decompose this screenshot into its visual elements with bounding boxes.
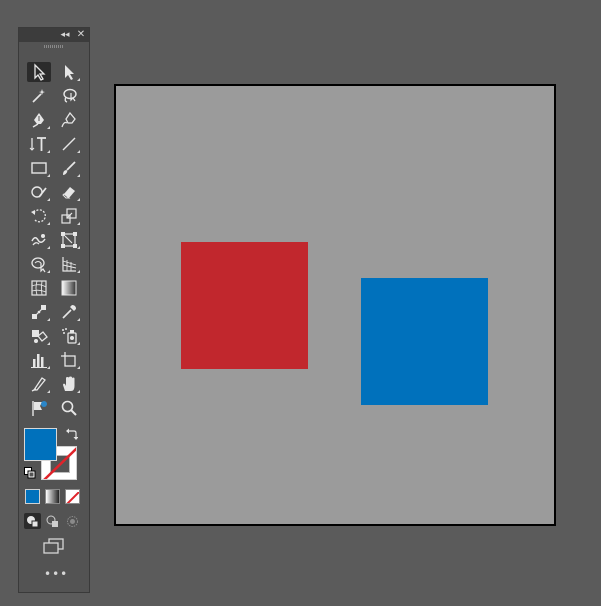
slice-knife-icon xyxy=(31,377,46,392)
direct-selection-tool-button[interactable] xyxy=(57,62,81,82)
none-mode-button[interactable] xyxy=(65,489,80,504)
line-icon xyxy=(62,137,76,151)
lasso-tool-button[interactable] xyxy=(57,86,81,106)
mesh-tool-button[interactable] xyxy=(27,278,51,298)
draw-behind-button[interactable] xyxy=(44,513,61,529)
type-icon xyxy=(29,137,46,151)
default-fill-stroke-icon[interactable] xyxy=(24,467,36,479)
eraser-tool-button[interactable] xyxy=(57,182,81,202)
free-transform-icon xyxy=(61,232,77,248)
rectangle-icon xyxy=(31,162,47,174)
rectangle-tool-button[interactable] xyxy=(27,158,51,178)
gradient-mode-button[interactable] xyxy=(45,489,60,504)
magic-wand-icon xyxy=(32,89,45,103)
symbol-sprayer-tool-button[interactable] xyxy=(57,326,81,346)
hand-icon xyxy=(63,376,75,391)
shape-builder-icon xyxy=(31,257,46,273)
bar-graph-icon xyxy=(31,354,47,368)
shaper-tool-button[interactable] xyxy=(27,182,51,202)
panel-grip-handle[interactable] xyxy=(44,45,64,48)
eyedropper-icon xyxy=(62,305,76,319)
draw-normal-icon xyxy=(27,515,39,527)
draw-behind-icon xyxy=(46,515,58,527)
symbol-sprayer-icon xyxy=(62,328,77,344)
perspective-grid-icon xyxy=(62,257,77,272)
collapse-panel-icon[interactable]: ◂◂ xyxy=(59,29,71,41)
rotate-tool-button[interactable] xyxy=(27,206,51,226)
edit-toolbar-more-icon[interactable]: ••• xyxy=(44,568,67,582)
live-paint-bucket-tool-button[interactable] xyxy=(27,326,51,346)
brush-icon xyxy=(63,161,76,175)
close-panel-icon[interactable]: ✕ xyxy=(75,29,87,41)
line-segment-tool-button[interactable] xyxy=(57,134,81,154)
magic-wand-tool-button[interactable] xyxy=(27,86,51,106)
paintbrush-tool-button[interactable] xyxy=(57,158,81,178)
panel-header[interactable]: ◂◂ ✕ xyxy=(19,28,89,42)
scale-tool-button[interactable] xyxy=(57,206,81,226)
artboard-tool-button[interactable] xyxy=(57,350,81,370)
warp-icon xyxy=(31,234,46,246)
free-transform-tool-button[interactable] xyxy=(57,230,81,250)
shaper-icon xyxy=(31,186,47,198)
rotate-icon xyxy=(31,209,46,223)
swap-fill-stroke-icon[interactable] xyxy=(66,428,78,440)
curvature-tool-button[interactable] xyxy=(57,110,81,130)
hand-tool-button[interactable] xyxy=(57,374,81,394)
column-graph-tool-button[interactable] xyxy=(27,350,51,370)
zoom-tool-button[interactable] xyxy=(57,398,81,418)
white-arrow-icon xyxy=(65,65,74,80)
gradient-icon xyxy=(61,280,77,296)
puppet-warp-tool-button[interactable] xyxy=(27,398,51,418)
lasso-icon xyxy=(63,88,77,103)
draw-inside-button[interactable] xyxy=(64,513,81,529)
none-slash-icon xyxy=(66,491,79,503)
curvature-pen-icon xyxy=(61,111,76,128)
blue-square[interactable] xyxy=(361,278,488,405)
color-mode-button[interactable] xyxy=(25,489,40,504)
fill-color-swatch[interactable] xyxy=(24,428,57,461)
scale-icon xyxy=(61,208,77,224)
pen-icon xyxy=(32,113,44,128)
draw-inside-icon xyxy=(67,515,78,527)
draw-normal-button[interactable] xyxy=(24,513,41,529)
gradient-tool-button[interactable] xyxy=(57,278,81,298)
puppet-warp-icon xyxy=(32,401,47,416)
change-screen-mode-icon[interactable] xyxy=(42,538,66,556)
shape-builder-tool-button[interactable] xyxy=(27,254,51,274)
perspective-grid-tool-button[interactable] xyxy=(57,254,81,274)
selection-tool-button[interactable] xyxy=(27,62,51,82)
blend-tool-button[interactable] xyxy=(27,302,51,322)
artboard-icon xyxy=(61,352,76,367)
eraser-icon xyxy=(62,187,75,199)
live-paint-icon xyxy=(32,330,48,343)
slice-tool-button[interactable] xyxy=(27,374,51,394)
pen-tool-button[interactable] xyxy=(27,110,51,130)
red-square[interactable] xyxy=(181,242,308,369)
eyedropper-tool-button[interactable] xyxy=(57,302,81,322)
type-tool-button[interactable] xyxy=(27,134,51,154)
arrow-icon xyxy=(34,63,46,81)
blend-icon xyxy=(32,305,46,319)
mesh-icon xyxy=(31,280,47,296)
magnifier-icon xyxy=(61,400,77,416)
warp-tool-button[interactable] xyxy=(27,230,51,250)
